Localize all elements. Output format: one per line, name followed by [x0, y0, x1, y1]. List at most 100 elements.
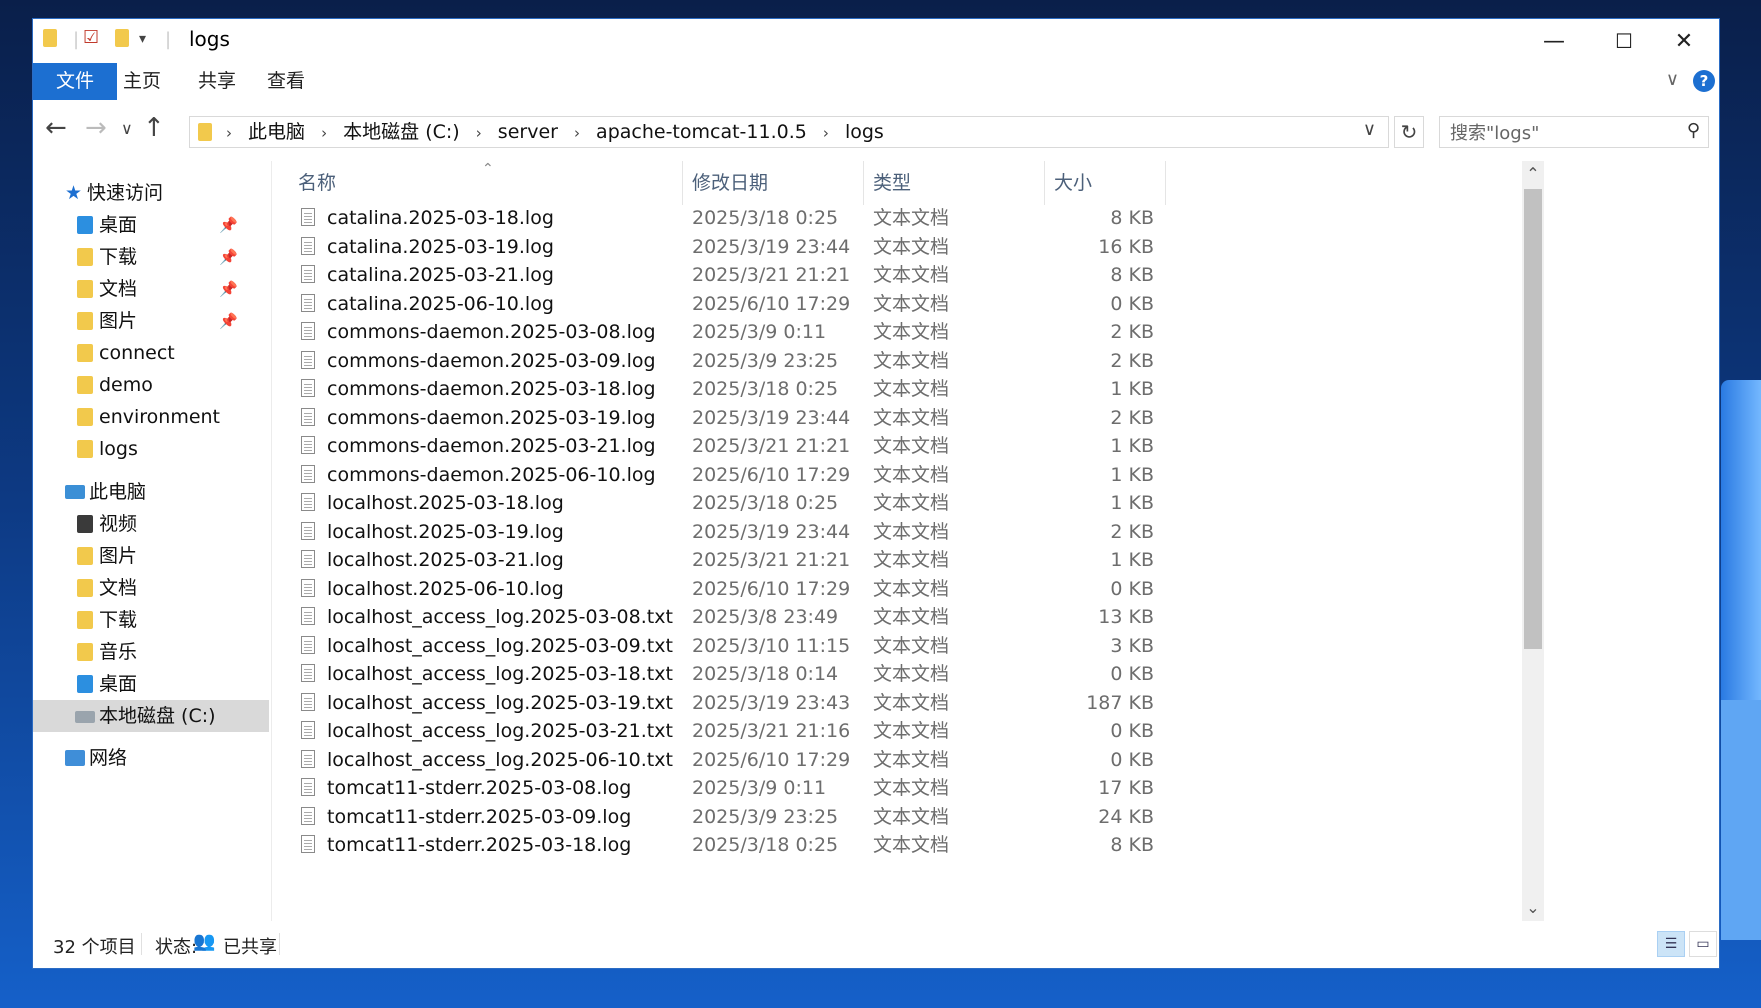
column-header-type[interactable]: 类型 — [873, 161, 1043, 205]
breadcrumb-separator-icon[interactable]: › — [823, 124, 829, 142]
sidebar-item-demo[interactable]: demo — [33, 369, 269, 401]
sidebar-item-quick-access[interactable]: ★ 快速访问 — [33, 177, 269, 209]
table-row[interactable]: localhost_access_log.2025-03-18.txt 2025/… — [272, 660, 1522, 688]
recent-locations-chevron-icon[interactable]: ∨ — [121, 119, 133, 138]
column-divider[interactable] — [863, 161, 864, 205]
sidebar-item-music[interactable]: 音乐 — [33, 636, 269, 668]
file-type: 文本文档 — [873, 577, 950, 600]
table-row[interactable]: localhost_access_log.2025-03-09.txt 2025/… — [272, 632, 1522, 660]
minimize-button[interactable]: — — [1519, 19, 1589, 63]
column-header-name[interactable]: 名称 — [298, 161, 682, 205]
table-row[interactable]: localhost_access_log.2025-03-19.txt 2025/… — [272, 689, 1522, 717]
search-icon[interactable]: ⚲ — [1687, 120, 1700, 141]
file-size: 8 KB — [1110, 207, 1154, 229]
table-row[interactable]: catalina.2025-03-21.log 2025/3/21 21:21 文本… — [272, 261, 1522, 289]
scrollbar-thumb[interactable] — [1524, 189, 1542, 649]
breadcrumb-separator-icon[interactable]: › — [476, 124, 482, 142]
breadcrumb-this-pc[interactable]: 此电脑 — [248, 121, 305, 143]
new-folder-icon[interactable] — [115, 29, 129, 52]
table-row[interactable]: commons-daemon.2025-03-19.log 2025/3/19 2… — [272, 404, 1522, 432]
sidebar-item-logs[interactable]: logs — [33, 433, 269, 465]
table-row[interactable]: commons-daemon.2025-03-18.log 2025/3/18 0… — [272, 375, 1522, 403]
table-row[interactable]: localhost.2025-03-19.log 2025/3/19 23:44 文… — [272, 518, 1522, 546]
address-bar[interactable]: › 此电脑 › 本地磁盘 (C:) › server › apache-tomc… — [189, 116, 1389, 148]
table-row[interactable]: catalina.2025-03-18.log 2025/3/18 0:25 文本文… — [272, 204, 1522, 232]
back-arrow-icon[interactable]: ← — [45, 113, 67, 143]
table-row[interactable]: commons-daemon.2025-03-08.log 2025/3/9 0:… — [272, 318, 1522, 346]
sidebar-item-videos[interactable]: 视频 — [33, 508, 269, 540]
customize-toolbar-icon[interactable]: ▾ — [139, 31, 146, 47]
table-row[interactable]: localhost.2025-03-18.log 2025/3/18 0:25 文本… — [272, 489, 1522, 517]
sidebar-item-local-disk[interactable]: 本地磁盘 (C:) — [33, 700, 269, 732]
table-row[interactable]: commons-daemon.2025-03-21.log 2025/3/21 2… — [272, 432, 1522, 460]
sidebar-item-downloads[interactable]: 下载 📌 — [33, 241, 269, 273]
tab-share[interactable]: 共享 — [182, 63, 252, 100]
text-file-icon — [301, 749, 315, 768]
sidebar-item-desktop-pc[interactable]: 桌面 — [33, 668, 269, 700]
up-arrow-icon[interactable]: ↑ — [143, 113, 165, 143]
breadcrumb-local-disk[interactable]: 本地磁盘 (C:) — [343, 121, 460, 143]
vertical-scrollbar[interactable]: ⌃ ⌄ — [1522, 161, 1544, 921]
forward-arrow-icon[interactable]: → — [85, 113, 107, 143]
file-size: 2 KB — [1110, 321, 1154, 343]
sidebar-item-environment[interactable]: environment — [33, 401, 269, 433]
table-row[interactable]: tomcat11-stderr.2025-03-08.log 2025/3/9 0… — [272, 774, 1522, 802]
sidebar-item-pictures[interactable]: 图片 📌 — [33, 305, 269, 337]
table-row[interactable]: tomcat11-stderr.2025-03-09.log 2025/3/9 2… — [272, 803, 1522, 831]
table-row[interactable]: catalina.2025-03-19.log 2025/3/19 23:44 文本… — [272, 233, 1522, 261]
breadcrumb-tomcat[interactable]: apache-tomcat-11.0.5 — [596, 121, 807, 143]
column-divider[interactable] — [682, 161, 683, 205]
text-file-icon — [301, 692, 315, 711]
pin-icon[interactable]: 📌 — [219, 273, 238, 305]
large-icons-view-icon[interactable]: ▭ — [1689, 931, 1717, 957]
column-divider[interactable] — [1044, 161, 1045, 205]
pin-icon[interactable]: 📌 — [219, 241, 238, 273]
column-header-size[interactable]: 大小 — [1054, 161, 1164, 205]
breadcrumb-separator-icon[interactable]: › — [321, 124, 327, 142]
table-row[interactable]: catalina.2025-06-10.log 2025/6/10 17:29 文本… — [272, 290, 1522, 318]
sidebar-item-downloads-pc[interactable]: 下载 — [33, 604, 269, 636]
sidebar-item-connect[interactable]: connect — [33, 337, 269, 369]
breadcrumb-logs[interactable]: logs — [845, 121, 884, 143]
file-name: localhost.2025-03-19.log — [327, 520, 564, 543]
table-row[interactable]: localhost_access_log.2025-03-21.txt 2025/… — [272, 717, 1522, 745]
table-row[interactable]: tomcat11-stderr.2025-03-18.log 2025/3/18 … — [272, 831, 1522, 859]
search-box[interactable]: ⚲ — [1439, 116, 1709, 148]
sidebar-item-network[interactable]: 网络 — [33, 742, 269, 774]
desktop-folder-icon — [77, 216, 93, 234]
search-input[interactable] — [1448, 118, 1672, 148]
breadcrumb-separator-icon[interactable]: › — [574, 124, 580, 142]
column-header-date[interactable]: 修改日期 — [692, 161, 862, 205]
address-dropdown-chevron-icon[interactable]: ∨ — [1363, 119, 1376, 140]
tab-view[interactable]: 查看 — [251, 63, 321, 100]
help-icon[interactable]: ? — [1693, 70, 1715, 92]
table-row[interactable]: commons-daemon.2025-03-09.log 2025/3/9 23… — [272, 347, 1522, 375]
table-row[interactable]: localhost_access_log.2025-03-08.txt 2025/… — [272, 603, 1522, 631]
pin-icon[interactable]: 📌 — [219, 305, 238, 337]
scroll-down-arrow-icon[interactable]: ⌄ — [1522, 895, 1544, 921]
sidebar-item-documents-pc[interactable]: 文档 — [33, 572, 269, 604]
scroll-up-arrow-icon[interactable]: ⌃ — [1522, 161, 1544, 187]
details-view-icon[interactable]: ☰ — [1657, 931, 1685, 957]
file-type: 文本文档 — [873, 777, 950, 799]
pin-icon[interactable]: 📌 — [219, 209, 238, 241]
sidebar-item-pictures-pc[interactable]: 图片 — [33, 540, 269, 572]
table-row[interactable]: localhost_access_log.2025-06-10.txt 2025/… — [272, 746, 1522, 774]
table-row[interactable]: commons-daemon.2025-06-10.log 2025/6/10 1… — [272, 461, 1522, 489]
column-divider[interactable] — [1165, 161, 1166, 205]
sidebar-item-desktop[interactable]: 桌面 📌 — [33, 209, 269, 241]
table-row[interactable]: localhost.2025-06-10.log 2025/6/10 17:29 文… — [272, 575, 1522, 603]
close-button[interactable]: ✕ — [1649, 19, 1719, 63]
breadcrumb-server[interactable]: server — [498, 121, 558, 143]
text-file-icon — [301, 379, 315, 397]
file-type: 文本文档 — [873, 834, 950, 856]
sidebar-item-documents[interactable]: 文档 📌 — [33, 273, 269, 305]
tab-home[interactable]: 主页 — [107, 63, 177, 100]
tab-file[interactable]: 文件 — [33, 63, 117, 100]
file-type: 文本文档 — [873, 720, 950, 742]
refresh-button[interactable]: ↻ — [1394, 116, 1424, 148]
sidebar-item-this-pc[interactable]: 此电脑 — [33, 476, 269, 508]
properties-icon[interactable]: ☑ — [83, 27, 99, 48]
table-row[interactable]: localhost.2025-03-21.log 2025/3/21 21:21 文… — [272, 546, 1522, 574]
expand-ribbon-icon[interactable]: ∨ — [1666, 69, 1679, 90]
